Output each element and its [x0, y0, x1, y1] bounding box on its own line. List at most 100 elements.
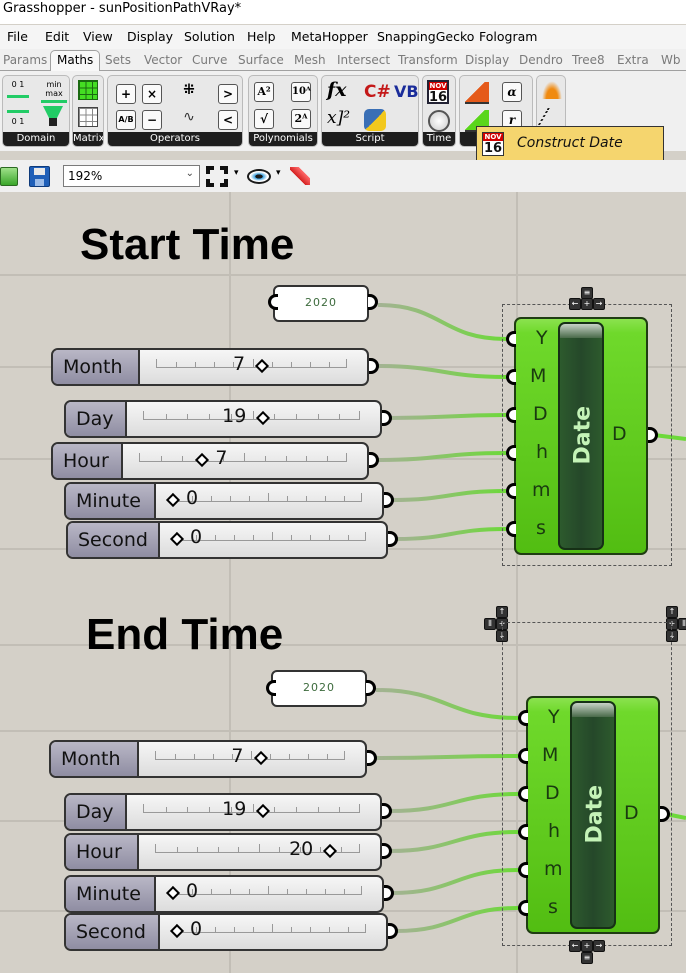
slider-month[interactable]: Month 7 — [49, 740, 367, 778]
menu-metahopper[interactable]: MetaHopper — [291, 29, 368, 44]
arrow-up-icon[interactable]: ↑ — [496, 606, 508, 618]
square-root-icon[interactable]: √ — [254, 109, 274, 129]
construct-date-component[interactable]: Date Y M D h m s D — [526, 696, 660, 934]
alpha-icon[interactable]: α — [502, 82, 522, 102]
tab-surface[interactable]: Surface — [238, 53, 284, 67]
input-grip[interactable] — [506, 445, 516, 461]
domain-bounds-icon[interactable]: min max — [41, 80, 67, 103]
arrow-up-icon[interactable]: ↑ — [666, 606, 678, 618]
tab-dendro[interactable]: Dendro — [519, 53, 563, 67]
domain-deconstruct-icon[interactable]: 0 1 — [7, 106, 29, 128]
menu-handle-icon[interactable]: ≡ — [581, 952, 593, 964]
trig-red-icon[interactable] — [465, 82, 489, 104]
zoom-extents-dropdown-icon[interactable]: ▾ — [234, 168, 239, 178]
domain-filter-icon[interactable] — [43, 106, 63, 126]
open-file-icon[interactable] — [0, 167, 18, 186]
output-date[interactable]: D — [624, 802, 639, 824]
slider-second[interactable]: Second 0 — [66, 521, 388, 559]
tab-intersect[interactable]: Intersect — [337, 53, 390, 67]
smaller-than-icon[interactable]: < — [218, 110, 238, 130]
subtraction-icon[interactable]: − — [142, 110, 162, 130]
input-month[interactable]: M — [530, 365, 546, 387]
menu-help[interactable]: Help — [247, 29, 276, 44]
input-grip[interactable] — [506, 407, 516, 423]
preview-dropdown-icon[interactable]: ▾ — [276, 168, 281, 178]
multiplication-icon[interactable]: × — [142, 84, 162, 104]
slider-second[interactable]: Second 0 — [64, 913, 388, 951]
slider-track[interactable] — [143, 804, 360, 813]
input-grip[interactable] — [518, 824, 528, 840]
arrow-right-icon[interactable]: → — [593, 298, 605, 310]
output-date[interactable]: D — [612, 423, 627, 445]
menu-view[interactable]: View — [83, 29, 113, 44]
python-icon[interactable] — [364, 109, 386, 131]
matrix-construct-icon[interactable] — [78, 80, 98, 100]
input-hour[interactable]: h — [536, 441, 548, 463]
zoom-dropdown[interactable]: 192% ⌄ — [63, 165, 200, 187]
input-grip[interactable] — [518, 786, 528, 802]
menu-display[interactable]: Display — [127, 29, 173, 44]
preview-eye-icon[interactable] — [247, 169, 271, 184]
collapse-handle-icon[interactable]: ⦀ — [484, 618, 496, 630]
input-grip[interactable] — [506, 331, 516, 347]
evaluate-icon[interactable]: x]² — [327, 108, 350, 128]
tab-extra[interactable]: Extra — [617, 53, 649, 67]
input-minute[interactable]: m — [544, 858, 563, 880]
arrow-left-icon[interactable]: ← — [569, 298, 581, 310]
slider-day[interactable]: Day 19 — [64, 793, 382, 831]
sketch-pen-icon[interactable] — [290, 167, 310, 185]
arrow-right-icon[interactable]: → — [593, 940, 605, 952]
addition-icon[interactable]: + — [116, 84, 136, 104]
tab-sets[interactable]: Sets — [105, 53, 131, 67]
tab-transform[interactable]: Transform — [398, 53, 458, 67]
input-grip[interactable] — [506, 521, 516, 537]
slider-month[interactable]: Month 7 — [51, 348, 369, 386]
panel-input-grip[interactable] — [268, 294, 278, 310]
tab-tree8[interactable]: Tree8 — [572, 53, 605, 67]
slider-minute[interactable]: Minute 0 — [64, 875, 384, 913]
bell-curve-icon[interactable] — [542, 81, 562, 99]
input-month[interactable]: M — [542, 744, 558, 766]
expression-icon[interactable]: fx — [327, 79, 347, 101]
domain-construct-icon[interactable]: 0 1 — [7, 80, 29, 102]
arrow-left-icon[interactable]: ← — [569, 940, 581, 952]
input-day[interactable]: D — [545, 782, 560, 804]
year-panel[interactable]: 2020 — [273, 285, 369, 322]
input-grip[interactable] — [518, 862, 528, 878]
power-of-10-icon[interactable]: 10ᴬ — [291, 82, 311, 102]
graph-curve-icon[interactable] — [537, 108, 565, 128]
slider-track[interactable] — [176, 532, 366, 541]
menu-fologram[interactable]: Fologram — [479, 29, 537, 44]
slider-minute[interactable]: Minute 0 — [64, 482, 384, 520]
clock-icon[interactable] — [428, 110, 450, 132]
tab-params[interactable]: Params — [3, 53, 47, 67]
plus-icon[interactable]: + — [581, 940, 593, 952]
panel-input-grip[interactable] — [266, 680, 276, 696]
input-year[interactable]: Y — [548, 706, 560, 728]
tab-maths[interactable]: Maths — [50, 50, 101, 72]
vb-icon[interactable]: VB — [394, 82, 418, 101]
menu-solution[interactable]: Solution — [184, 29, 235, 44]
plus-icon[interactable]: + — [581, 298, 593, 310]
grasshopper-canvas[interactable]: Start Time 2020 Month 7 Day 19 Hour 7 Minute 0 S… — [0, 192, 686, 973]
year-panel[interactable]: 2020 — [271, 670, 367, 707]
construct-date-component[interactable]: Date Y M D h m s D — [514, 317, 648, 555]
csharp-icon[interactable]: C# — [364, 82, 391, 102]
input-hour[interactable]: h — [548, 820, 560, 842]
tab-curve[interactable]: Curve — [192, 53, 227, 67]
zoom-extents-icon[interactable] — [206, 166, 228, 187]
mass-addition-icon[interactable]: ⁜ — [178, 82, 200, 104]
slider-hour[interactable]: Hour 20 — [64, 833, 382, 871]
slider-track[interactable] — [156, 359, 347, 368]
power-of-2-icon[interactable]: A² — [254, 82, 274, 102]
slider-track[interactable] — [143, 411, 360, 420]
input-second[interactable]: s — [536, 517, 546, 539]
input-year[interactable]: Y — [536, 327, 548, 349]
input-grip[interactable] — [518, 710, 528, 726]
input-day[interactable]: D — [533, 403, 548, 425]
save-file-icon[interactable] — [29, 166, 50, 187]
division-icon[interactable]: A/B — [116, 110, 136, 130]
slider-day[interactable]: Day 19 — [64, 400, 382, 438]
power-of-two-base-icon[interactable]: 2ᴬ — [291, 109, 311, 129]
slider-track[interactable] — [155, 751, 345, 760]
